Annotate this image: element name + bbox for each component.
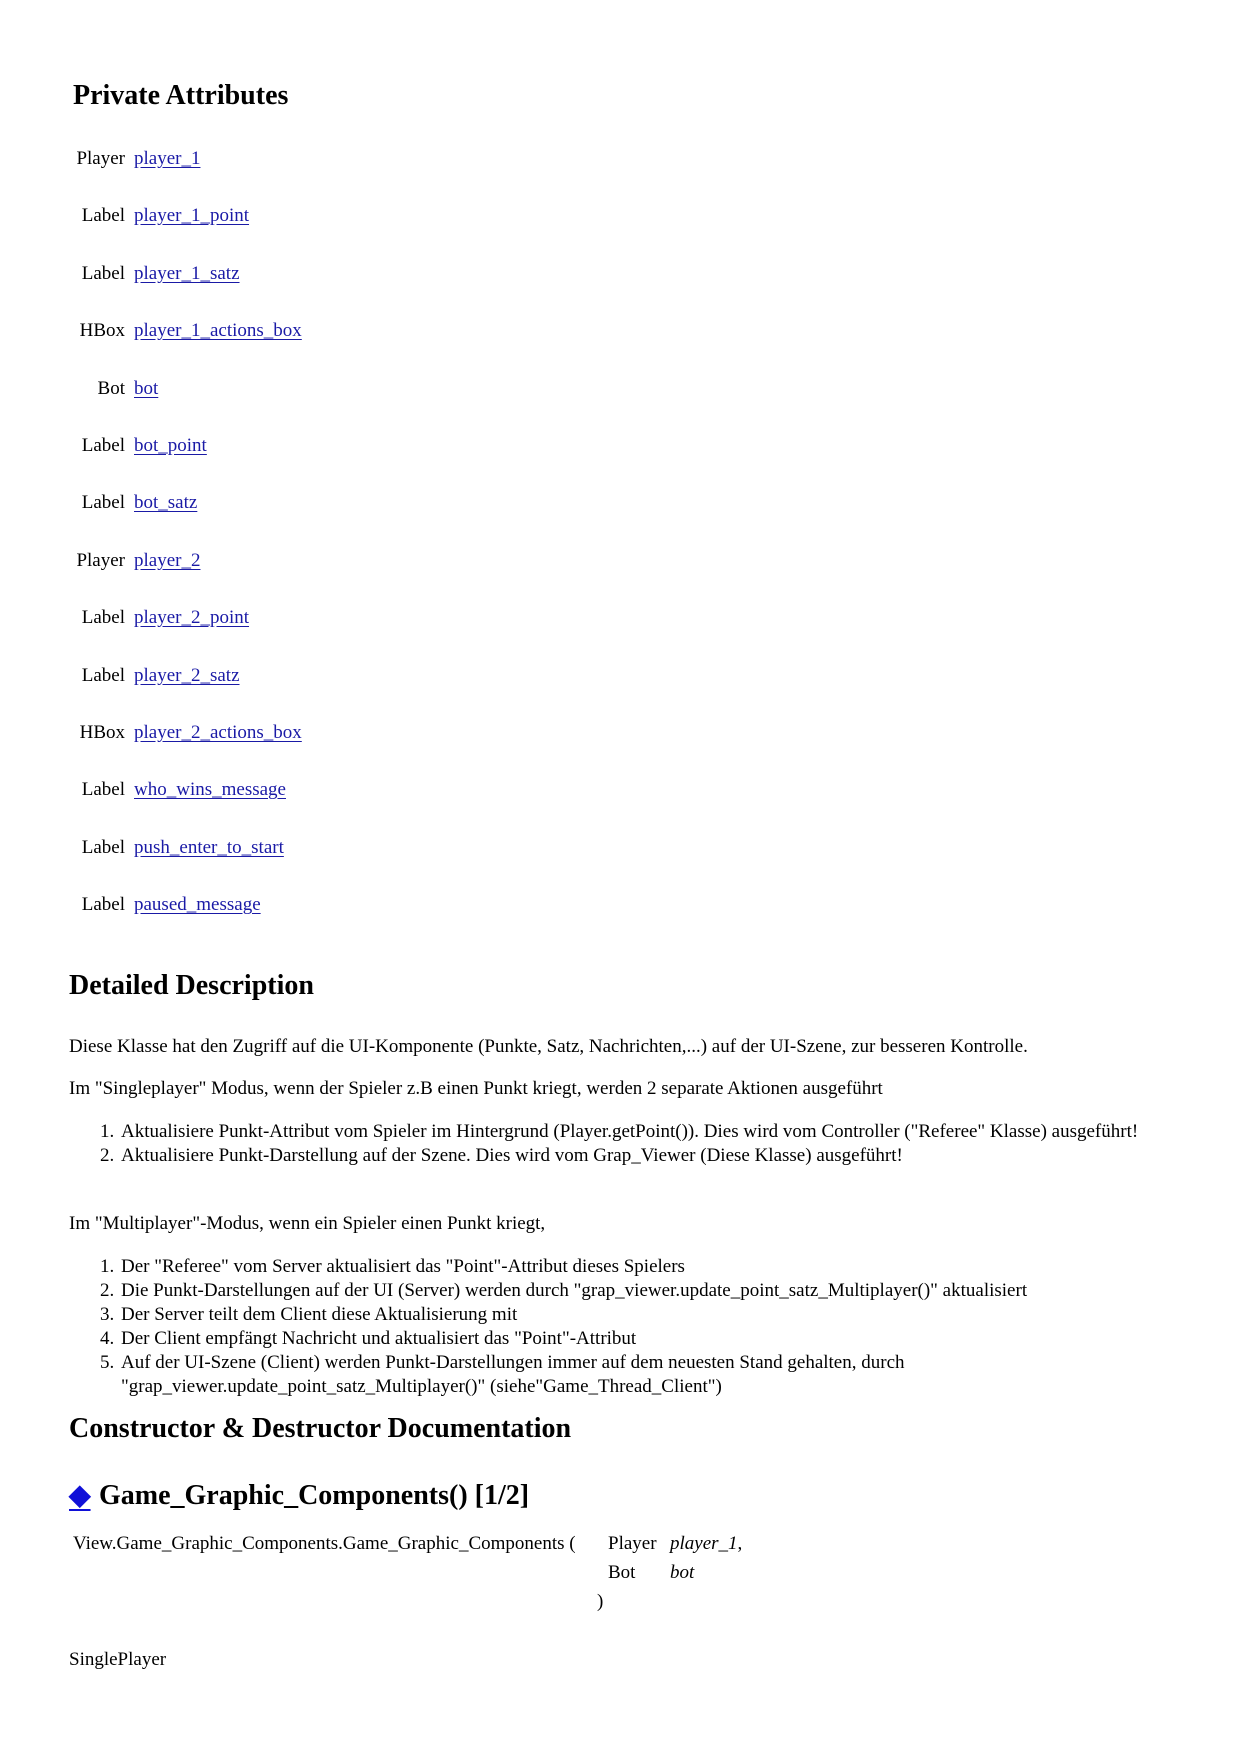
param-name: player_1 (670, 1533, 738, 1554)
multiplayer-steps: Der "Referee" vom Server aktualisiert da… (69, 1255, 1179, 1399)
attribute-link[interactable]: player_2_satz (134, 661, 240, 691)
description-intro: Diese Klasse hat den Zugriff auf die UI-… (69, 1036, 1028, 1057)
attribute-link[interactable]: bot_satz (134, 488, 197, 518)
attribute-row: HBox player_1_actions_box (0, 316, 1240, 346)
list-item: Die Punkt-Darstellungen auf der UI (Serv… (119, 1279, 1179, 1303)
param-name: bot (670, 1562, 695, 1583)
list-item: Auf der UI-Szene (Client) werden Punkt-D… (119, 1351, 1179, 1399)
list-item: Der Client empfängt Nachricht und aktual… (119, 1327, 1179, 1351)
attribute-type: Label (81, 205, 125, 226)
attribute-row: Player player_2 (0, 546, 1240, 576)
open-paren: ( (569, 1533, 576, 1554)
param-separator: , (737, 1533, 743, 1554)
constructor-section-heading: Constructor & Destructor Documentation (69, 1413, 572, 1444)
attribute-row: Label player_1_point (0, 201, 1240, 231)
attribute-link[interactable]: player_1_point (134, 201, 249, 231)
singleplayer-intro: Im "Singleplayer" Modus, wenn der Spiele… (69, 1078, 883, 1099)
attribute-link[interactable]: who_wins_message (134, 775, 286, 805)
attribute-link[interactable]: player_2_actions_box (134, 718, 302, 748)
attribute-type: Label (81, 894, 125, 915)
member-title: Game_Graphic_Components() [1/2] (99, 1480, 530, 1511)
attribute-link[interactable]: bot (134, 374, 158, 404)
attribute-type: Label (81, 263, 125, 284)
close-paren: ) (597, 1591, 604, 1612)
attribute-type: Label (81, 607, 125, 628)
attribute-row: Label bot_point (0, 431, 1240, 461)
attribute-type: Label (81, 837, 125, 858)
attribute-row: Bot bot (0, 374, 1240, 404)
param-2: bot (670, 1561, 694, 1585)
private-attributes-heading: Private Attributes (73, 80, 289, 111)
attribute-row: Label player_2_satz (0, 661, 1240, 691)
attribute-link[interactable]: player_2_point (134, 603, 249, 633)
attribute-row: Label paused_message (0, 890, 1240, 920)
attribute-type: Bot (97, 378, 125, 399)
attribute-row: Player player_1 (0, 144, 1240, 174)
param-type: Bot (608, 1562, 636, 1583)
constructor-description: SinglePlayer (69, 1649, 167, 1670)
list-item: Aktualisiere Punkt-Darstellung auf der S… (119, 1144, 1179, 1168)
param-1: player_1, (670, 1532, 742, 1556)
param-type: Player (608, 1533, 657, 1554)
detailed-description-heading: Detailed Description (69, 970, 314, 1001)
multiplayer-intro: Im "Multiplayer"-Modus, wenn ein Spieler… (69, 1213, 546, 1234)
attribute-row: Label push_enter_to_start (0, 833, 1240, 863)
attribute-link[interactable]: player_1 (134, 144, 200, 174)
diamond-anchor-icon[interactable]: ◆ (69, 1478, 99, 1512)
attribute-row: Label player_2_point (0, 603, 1240, 633)
attribute-link[interactable]: push_enter_to_start (134, 833, 284, 863)
attribute-link[interactable]: player_2 (134, 546, 200, 576)
attribute-type: HBox (79, 320, 125, 341)
list-item: Aktualisiere Punkt-Attribut vom Spieler … (119, 1120, 1179, 1144)
document-page: Private Attributes Player player_1 Label pl… (0, 0, 1240, 1755)
attribute-type: Label (81, 665, 125, 686)
attribute-row: Label player_1_satz (0, 259, 1240, 289)
function-name: View.Game_Graphic_Components.Game_Graphi… (73, 1533, 565, 1554)
attribute-link[interactable]: bot_point (134, 431, 207, 461)
attribute-row: Label bot_satz (0, 488, 1240, 518)
member-heading: ◆ Game_Graphic_Components() [1/2] (69, 1478, 529, 1512)
attribute-link[interactable]: paused_message (134, 890, 261, 920)
list-item: Der "Referee" vom Server aktualisiert da… (119, 1255, 1179, 1279)
signature-function-name: View.Game_Graphic_Components.Game_Graphi… (73, 1532, 576, 1556)
attribute-type: Label (81, 435, 125, 456)
attribute-row: Label who_wins_message (0, 775, 1240, 805)
attribute-type: Label (81, 779, 125, 800)
attribute-type: Label (81, 492, 125, 513)
attribute-link[interactable]: player_1_actions_box (134, 316, 302, 346)
attribute-type: Player (76, 148, 125, 169)
list-item: Der Server teilt dem Client diese Aktual… (119, 1303, 1179, 1327)
singleplayer-steps: Aktualisiere Punkt-Attribut vom Spieler … (69, 1120, 1179, 1168)
attribute-type: HBox (79, 722, 125, 743)
attribute-link[interactable]: player_1_satz (134, 259, 240, 289)
attribute-type: Player (76, 550, 125, 571)
attribute-row: HBox player_2_actions_box (0, 718, 1240, 748)
